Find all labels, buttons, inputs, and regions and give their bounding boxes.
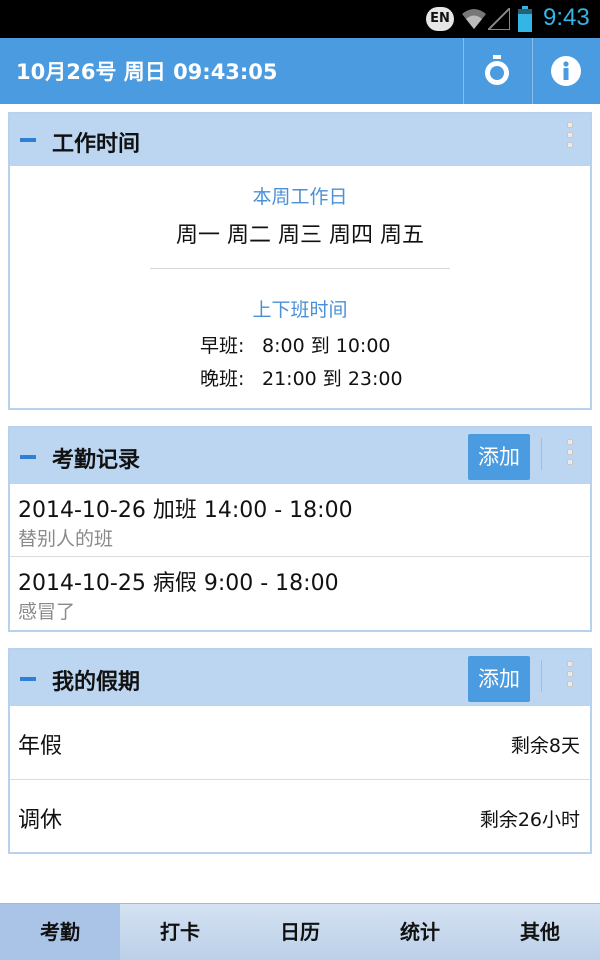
holidays-header[interactable]: 我的假期 添加 [10, 650, 590, 706]
shift-name: 早班: [200, 335, 245, 357]
weekdays-value: 周一 周二 周三 周四 周五 [176, 223, 424, 248]
wifi-icon [462, 9, 486, 29]
divider [150, 268, 450, 269]
record-note: 感冒了 [18, 601, 76, 623]
card-title: 考勤记录 [52, 448, 141, 473]
info-button[interactable] [533, 38, 599, 104]
more-options-icon[interactable] [564, 661, 576, 695]
status-bar: EN 9:43 [0, 0, 600, 38]
collapse-icon[interactable] [20, 677, 36, 681]
record-summary: 2014-10-25 病假 9:00 - 18:00 [18, 571, 339, 596]
attendance-card: 考勤记录 添加 2014-10-26 加班 14:00 - 18:00 替别人的… [8, 426, 592, 632]
work-time-header[interactable]: 工作时间 [10, 114, 590, 166]
record-summary: 2014-10-26 加班 14:00 - 18:00 [18, 498, 353, 523]
work-time-card: 工作时间 本周工作日 周一 周二 周三 周四 周五 上下班时间 早班: 8:00 … [8, 112, 592, 410]
more-options-icon[interactable] [564, 439, 576, 473]
info-icon [551, 56, 581, 86]
record-note: 替别人的班 [18, 528, 114, 550]
card-title: 我的假期 [52, 670, 141, 695]
current-datetime: 10月26号 周日 09:43:05 [16, 60, 278, 84]
list-item[interactable]: 2014-10-26 加班 14:00 - 18:00 替别人的班 [10, 484, 590, 556]
battery-icon [518, 6, 532, 32]
tab-statistics[interactable]: 统计 [360, 904, 480, 960]
clock-icon [485, 55, 509, 85]
header-divider [541, 438, 542, 470]
collapse-icon[interactable] [20, 455, 36, 459]
holiday-remaining: 剩余8天 [510, 735, 580, 757]
shift-row: 晚班: 21:00 到 23:00 [200, 364, 403, 391]
card-title: 工作时间 [52, 132, 141, 157]
collapse-icon[interactable] [20, 138, 36, 142]
header-divider [541, 660, 542, 692]
list-item[interactable]: 2014-10-25 病假 9:00 - 18:00 感冒了 [10, 557, 590, 629]
bottom-tab-bar: 考勤 打卡 日历 统计 其他 [0, 903, 600, 960]
signal-icon [488, 8, 510, 30]
list-item[interactable]: 调休 剩余26小时 [10, 780, 590, 852]
tab-clock-in[interactable]: 打卡 [120, 904, 240, 960]
more-options-icon[interactable] [564, 122, 576, 156]
app-header: 10月26号 周日 09:43:05 [0, 38, 600, 104]
weekdays-label: 本周工作日 [252, 186, 348, 208]
holiday-name: 调休 [18, 808, 63, 833]
shift-label: 上下班时间 [252, 299, 348, 321]
add-record-button[interactable]: 添加 [468, 434, 530, 480]
add-holiday-button[interactable]: 添加 [468, 656, 530, 702]
tab-attendance[interactable]: 考勤 [0, 904, 120, 960]
attendance-header[interactable]: 考勤记录 添加 [10, 428, 590, 484]
shift-time: 8:00 到 10:00 [262, 335, 391, 357]
tab-other[interactable]: 其他 [480, 904, 600, 960]
list-item[interactable]: 年假 剩余8天 [10, 706, 590, 778]
timer-button[interactable] [464, 38, 530, 104]
holiday-remaining: 剩余26小时 [479, 809, 580, 831]
holidays-card: 我的假期 添加 年假 剩余8天 调休 剩余26小时 [8, 648, 592, 854]
holiday-name: 年假 [18, 734, 63, 759]
shift-time: 21:00 到 23:00 [262, 368, 403, 390]
shift-name: 晚班: [200, 368, 245, 390]
status-time: 9:43 [543, 4, 590, 31]
keyboard-language-icon: EN [426, 7, 454, 31]
tab-calendar[interactable]: 日历 [240, 904, 360, 960]
shift-row: 早班: 8:00 到 10:00 [200, 331, 391, 358]
